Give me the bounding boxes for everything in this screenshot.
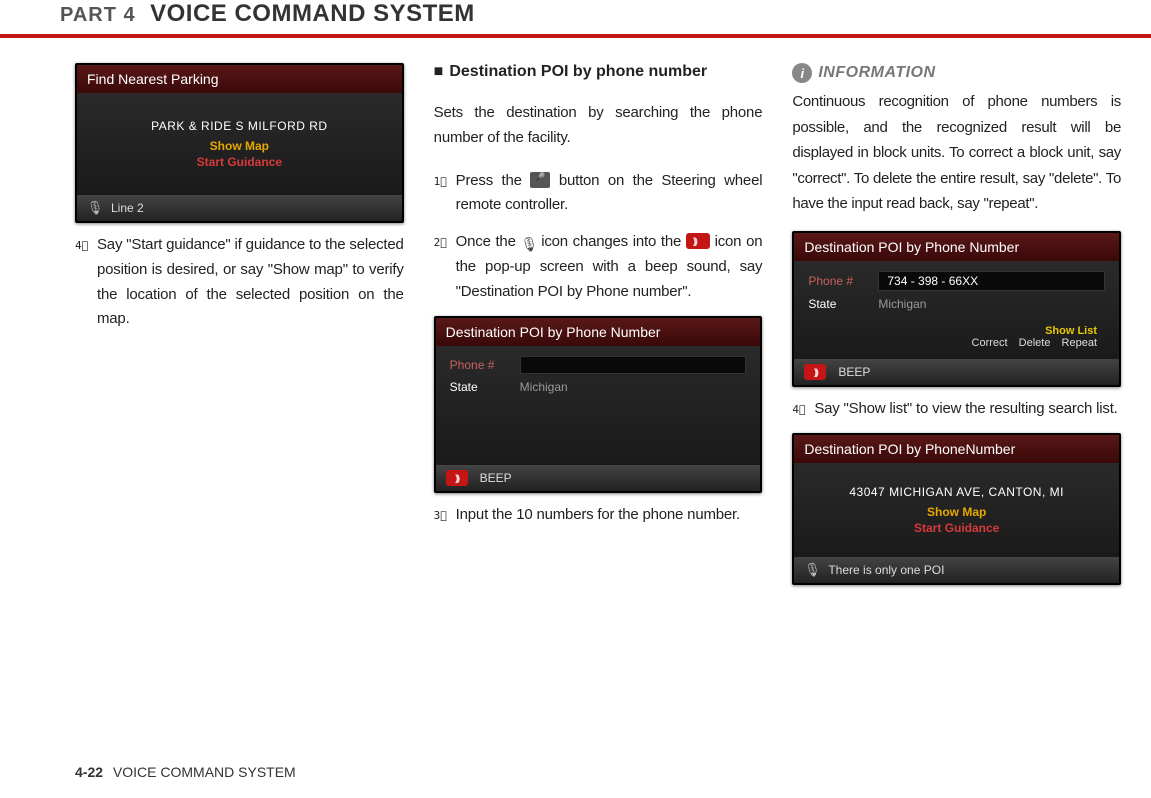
screen-body: PARK & RIDE S MILFORD RD Show Map Start …	[77, 93, 402, 195]
show-list-cmd: Show List	[1045, 325, 1097, 337]
info-label: INFORMATION	[818, 64, 935, 82]
step-text: Once the 🎙 icon changes into the icon on…	[456, 230, 763, 304]
description: Sets the destination by searching the ph…	[434, 101, 763, 151]
poi-address: 43047 MICHIGAN AVE, CANTON, MI	[804, 485, 1109, 499]
footer-text: BEEP	[480, 471, 512, 485]
mic-icon: 🎙	[520, 233, 536, 249]
start-guidance-label: Start Guidance	[87, 155, 392, 169]
page-footer: 4-22 VOICE COMMAND SYSTEM	[75, 764, 296, 780]
state-label: State	[808, 297, 868, 311]
page-header: PART 4 VOICE COMMAND SYSTEM	[0, 0, 1151, 38]
correct-cmd: Correct	[972, 337, 1008, 349]
screen-poi-result: Destination POI by PhoneNumber 43047 MIC…	[792, 433, 1121, 585]
phone-row: Phone # 734 - 398 - 66XX	[808, 271, 1105, 291]
screen-title: Find Nearest Parking	[77, 65, 402, 93]
step-number-icon: 3⃞	[434, 507, 450, 523]
screen-poi-phone-2: Destination POI by Phone Number Phone # …	[792, 231, 1121, 387]
screen-footer: 🎙 There is only one POI	[794, 557, 1119, 583]
state-value: Michigan	[520, 380, 568, 394]
heading-text: Destination POI by phone number	[449, 63, 707, 80]
sub-heading: ■ Destination POI by phone number	[434, 63, 763, 81]
step-text: Say "Start guidance" if guidance to the …	[97, 233, 404, 332]
state-row: State Michigan	[808, 297, 1105, 311]
footer-text: Line 2	[111, 201, 144, 215]
screen-poi-phone-1: Destination POI by Phone Number Phone # …	[434, 316, 763, 493]
state-value: Michigan	[878, 297, 926, 311]
show-map-label: Show Map	[804, 505, 1109, 519]
square-bullet-icon: ■	[434, 63, 444, 80]
steering-mic-button-icon	[530, 172, 550, 188]
step-text: Press the button on the Steering wheel r…	[456, 169, 763, 219]
screen-body: Phone # State Michigan	[436, 346, 761, 465]
page-number: 4-22	[75, 764, 103, 780]
screen-body: Phone # 734 - 398 - 66XX State Michigan …	[794, 261, 1119, 359]
step-4-col1: 4⃞ Say "Start guidance" if guidance to t…	[75, 233, 404, 332]
part-label: PART 4	[60, 4, 136, 27]
column-2: ■ Destination POI by phone number Sets th…	[434, 63, 763, 595]
phone-value	[520, 356, 747, 374]
column-1: Find Nearest Parking PARK & RIDE S MILFO…	[75, 63, 404, 595]
step-2: 2⃞ Once the 🎙 icon changes into the icon…	[434, 230, 763, 304]
phone-label: Phone #	[450, 358, 510, 372]
delete-cmd: Delete	[1019, 337, 1051, 349]
sound-wave-icon	[686, 233, 710, 249]
screen-footer: BEEP	[436, 465, 761, 491]
info-icon: i	[792, 63, 812, 83]
screen-body: 43047 MICHIGAN AVE, CANTON, MI Show Map …	[794, 463, 1119, 557]
step-1: 1⃞ Press the button on the Steering whee…	[434, 169, 763, 219]
footer-label: VOICE COMMAND SYSTEM	[113, 764, 296, 780]
screen-footer: BEEP	[794, 359, 1119, 385]
footer-text: There is only one POI	[828, 563, 944, 577]
start-guidance-label: Start Guidance	[804, 521, 1109, 535]
step-text: Input the 10 numbers for the phone numbe…	[456, 503, 763, 528]
screen-title: Destination POI by Phone Number	[436, 318, 761, 346]
step-number-icon: 4⃞	[792, 401, 808, 417]
screen-find-parking: Find Nearest Parking PARK & RIDE S MILFO…	[75, 63, 404, 223]
content-columns: Find Nearest Parking PARK & RIDE S MILFO…	[0, 63, 1151, 595]
part-title: VOICE COMMAND SYSTEM	[150, 0, 475, 28]
info-heading: i INFORMATION	[792, 63, 1121, 83]
screen-footer: 🎙 Line 2	[77, 195, 402, 221]
state-label: State	[450, 380, 510, 394]
poi-address: PARK & RIDE S MILFORD RD	[87, 119, 392, 133]
show-map-label: Show Map	[87, 139, 392, 153]
sound-wave-icon	[804, 364, 826, 380]
phone-row: Phone #	[450, 356, 747, 374]
screen-title: Destination POI by PhoneNumber	[794, 435, 1119, 463]
info-text: Continuous recognition of phone numbers …	[792, 89, 1121, 217]
mic-icon: 🎙	[804, 562, 820, 578]
phone-label: Phone #	[808, 274, 868, 288]
phone-value: 734 - 398 - 66XX	[878, 271, 1105, 291]
repeat-cmd: Repeat	[1062, 337, 1097, 349]
step-text: Say "Show list" to view the resulting se…	[814, 397, 1121, 422]
step-4-col3: 4⃞ Say "Show list" to view the resulting…	[792, 397, 1121, 422]
command-row: Show List Correct Delete Repeat	[808, 325, 1105, 349]
step-number-icon: 4⃞	[75, 237, 91, 253]
footer-text: BEEP	[838, 365, 870, 379]
sound-wave-icon	[446, 470, 468, 486]
mic-icon: 🎙	[87, 200, 103, 216]
step-3: 3⃞ Input the 10 numbers for the phone nu…	[434, 503, 763, 528]
step-number-icon: 2⃞	[434, 234, 450, 250]
step-number-icon: 1⃞	[434, 173, 450, 189]
screen-title: Destination POI by Phone Number	[794, 233, 1119, 261]
state-row: State Michigan	[450, 380, 747, 394]
column-3: i INFORMATION Continuous recognition of …	[792, 63, 1121, 595]
